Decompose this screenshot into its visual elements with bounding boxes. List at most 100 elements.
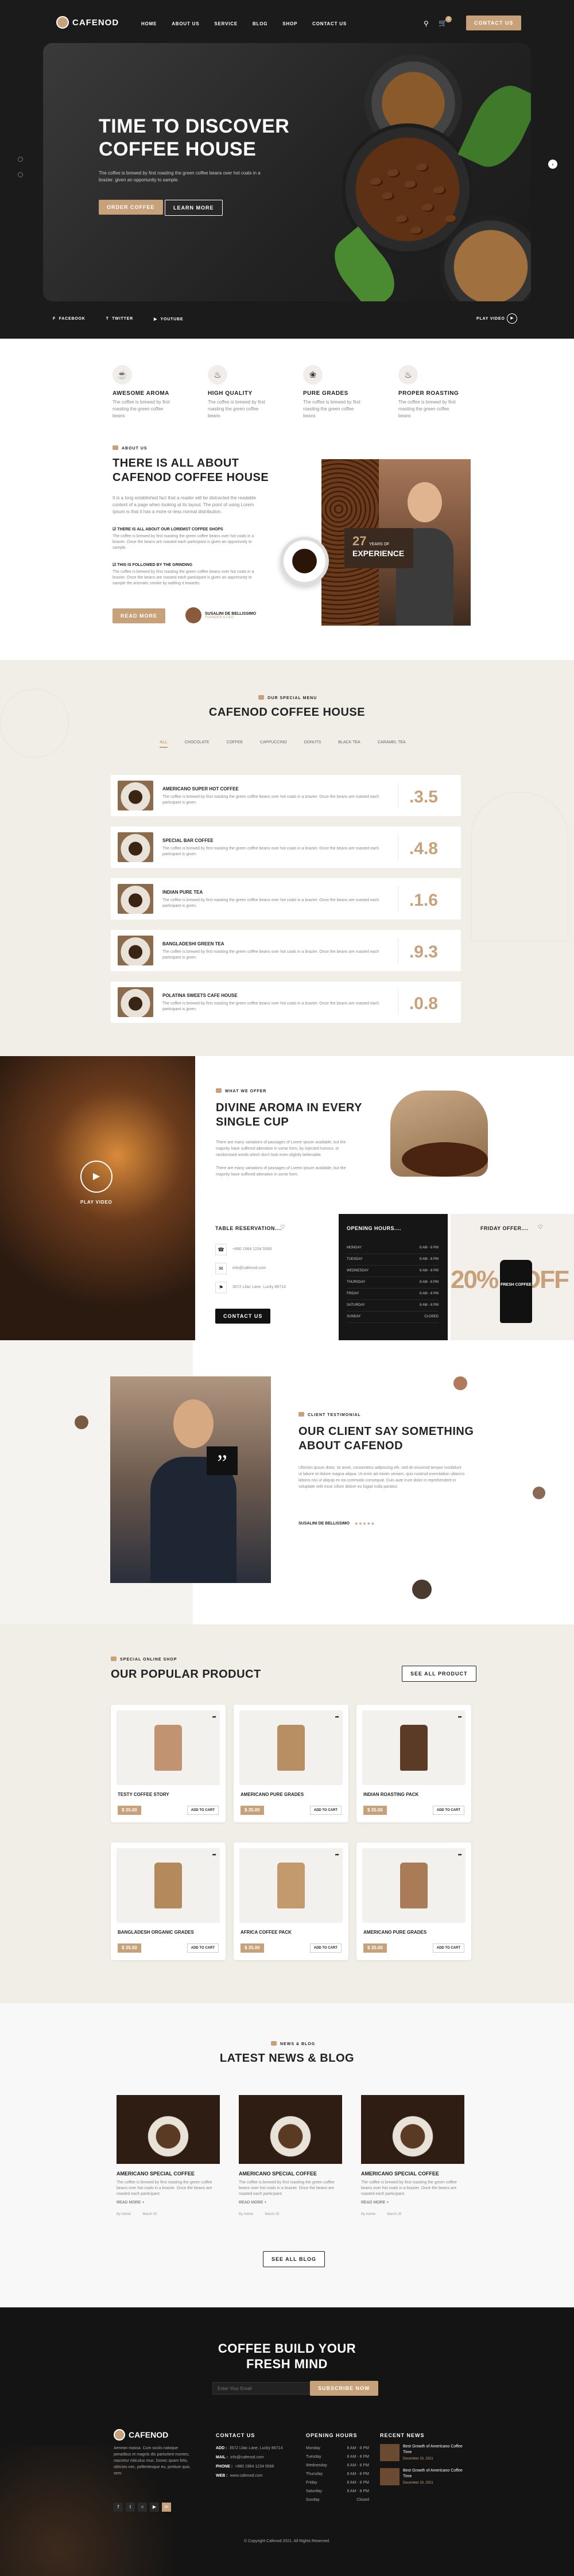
footer-news-item[interactable]: Best Growth of Americano Coffee Time Dece… [380,2444,472,2461]
blog-card[interactable]: AMERICANO SPECIAL COFFEE The coffee is br… [117,2095,220,2233]
add-to-cart-button[interactable]: ADD TO CART [309,1806,342,1815]
product-card[interactable]: ➦ BANGLADESH ORGANIC GRADES $ 35.00 ADD TO … [111,1842,226,1960]
blog-card[interactable]: AMERICANO SPECIAL COFFEE The coffee is br… [361,2095,464,2233]
product-name[interactable]: BANGLADESH ORGANIC GRADES [118,1930,194,1935]
order-coffee-button[interactable]: ORDER COFFEE [99,200,163,215]
product-card[interactable]: ➦ AMERICANO PURE GRADES $ 35.00 ADD TO CART [234,1705,348,1822]
about-read-more-button[interactable]: READ MORE [113,608,166,623]
linkedin-icon[interactable]: in [162,2503,171,2512]
add-to-cart-button[interactable]: ADD TO CART [187,1806,219,1815]
social-twitter[interactable]: t TWITTER [106,317,133,321]
blog-card[interactable]: AMERICANO SPECIAL COFFEE The coffee is br… [239,2095,342,2233]
share-icon[interactable]: ➦ [212,1714,216,1720]
play-video-button[interactable]: ▶ [80,1161,113,1193]
logo-text: CAFENOD [72,17,119,28]
tab-all[interactable]: ALL [160,740,168,748]
product-name[interactable]: AFRICA COFFEE PACK [241,1930,292,1935]
blog-tag: NEWS & BLOG [271,2041,315,2046]
nav-service[interactable]: SERVICE [214,21,238,26]
nav-shop[interactable]: SHOP [282,21,297,26]
footer-news-title[interactable]: Best Growth of Americano Coffee Time [403,2468,472,2480]
learn-more-button[interactable]: LEARN MORE [165,200,223,216]
offer-video-image[interactable]: ▶ PLAY VIDEO [0,1056,195,1340]
experience-badge: 27 YEARS OF EXPERIENCE [344,528,413,568]
search-icon[interactable]: ⚲ [424,20,429,28]
about-text: It is a long established fact that a rea… [113,495,256,514]
footer-logo[interactable]: CAFENOD [114,2429,168,2441]
tab-coffee[interactable]: COFFEE [227,740,243,748]
social-youtube[interactable]: ▶ YOUTUBE [154,317,183,321]
product-card[interactable]: ➦ AMERICANO PURE GRADES $ 35.00 ADD TO CART [356,1842,471,1960]
hero-play-video-label[interactable]: PLAY VIDEO [476,317,505,321]
product-package [154,1863,182,1908]
blog-title[interactable]: AMERICANO SPECIAL COFFEE [117,2171,220,2177]
product-card[interactable]: ➦ AFRICA COFFEE PACK $ 35.00 ADD TO CART [234,1842,348,1960]
see-all-blog-button[interactable]: SEE ALL BLOG [263,2251,325,2267]
product-card[interactable]: ➦ TESTY COFFEE STORY $ 35.00 ADD TO CART [111,1705,226,1822]
nav-contact[interactable]: CONTACT US [312,21,347,26]
beans-icon: ❀ [303,365,323,385]
footer-news-item[interactable]: Best Growth of Americano Coffee Time Dece… [380,2468,472,2485]
heart-icon[interactable]: ♡ [280,1224,285,1231]
product-name[interactable]: INDIAN ROASTING PACK [363,1792,418,1797]
read-more-link[interactable]: READ MORE + [239,2201,342,2205]
read-more-link[interactable]: READ MORE + [117,2201,220,2205]
menu-item[interactable]: POLATINA SWEETS CAFE HOUSE The coffee is… [111,981,461,1023]
nav-blog[interactable]: BLOG [253,21,267,26]
add-to-cart-button[interactable]: ADD TO CART [309,1943,342,1953]
hours-row: THURSDAY 8 AM - 8 PM [347,1277,439,1289]
tab-donuts[interactable]: DONUTS [304,740,321,748]
share-icon[interactable]: ➦ [457,1714,462,1720]
menu-item-name: SPECIAL BAR COFFEE [162,838,214,843]
facebook-icon[interactable]: f [114,2503,123,2512]
tab-cappuccino[interactable]: CAPPUCCINO [260,740,287,748]
share-icon[interactable]: ➦ [335,1852,339,1858]
blog-title[interactable]: AMERICANO SPECIAL COFFEE [361,2171,464,2177]
product-price: $ 35.00 [118,1943,141,1953]
product-name[interactable]: AMERICANO PURE GRADES [241,1792,304,1797]
menu-item[interactable]: AMERICANO SUPER HOT COFFEE The coffee is… [111,775,461,816]
prev-slide-arrow[interactable] [18,157,23,162]
product-card[interactable]: ➦ INDIAN ROASTING PACK $ 35.00 ADD TO CART [356,1705,471,1822]
feature-text: The coffee is brewed by first roasting t… [398,399,456,418]
youtube-icon[interactable]: ▶ [150,2503,159,2512]
tab-caramel-tea[interactable]: CARAMEL TEA [378,740,406,748]
newsletter-email-input[interactable] [212,2382,310,2395]
slider-next-icon[interactable]: › [548,160,557,169]
instagram-icon[interactable]: ○ [138,2503,147,2512]
menu-item[interactable]: INDIAN PURE TEA The coffee is brewed by … [111,878,461,920]
share-icon[interactable]: ➦ [457,1852,462,1858]
menu-item-desc: The coffee is brewed by first roasting t… [162,1002,379,1011]
menu-item[interactable]: SPECIAL BAR COFFEE The coffee is brewed … [111,827,461,868]
twitter-icon[interactable]: t [126,2503,135,2512]
tab-chocolate[interactable]: CHOCOLATE [185,740,210,748]
social-facebook[interactable]: f FACEBOOK [53,317,86,321]
reservation-contact-button[interactable]: CONTACT US [215,1309,271,1324]
reservation-title: TABLE RESERVATION.... [215,1225,282,1231]
header-contact-button[interactable]: CONTACT US [466,15,522,30]
blog-title[interactable]: AMERICANO SPECIAL COFFEE [239,2171,342,2177]
logo[interactable]: CAFENOD [56,16,119,29]
play-video-label[interactable]: PLAY VIDEO [80,1200,113,1205]
menu-item[interactable]: BANGLADESHI GREEN TEA The coffee is brew… [111,930,461,971]
add-to-cart-button[interactable]: ADD TO CART [187,1943,219,1953]
product-name[interactable]: TESTY COFFEE STORY [118,1792,169,1797]
see-all-product-button[interactable]: SEE ALL PRODUCT [402,1666,476,1682]
read-more-link[interactable]: READ MORE + [361,2201,464,2205]
avatar [453,1376,467,1390]
add-to-cart-button[interactable]: ADD TO CART [432,1806,464,1815]
nav-about[interactable]: ABOUT US [172,21,199,26]
footer-news-title[interactable]: Best Growth of Americano Coffee Time [403,2444,472,2455]
add-to-cart-button[interactable]: ADD TO CART [432,1943,464,1953]
share-icon[interactable]: ➦ [335,1714,339,1720]
footer-news-title: RECENT NEWS [380,2433,425,2438]
tab-black-tea[interactable]: BLACK TEA [338,740,360,748]
share-icon[interactable]: ➦ [212,1852,216,1858]
subscribe-button[interactable]: SUBSCRIBE NOW [310,2381,378,2396]
product-name[interactable]: AMERICANO PURE GRADES [363,1930,426,1935]
menu-item-image [118,987,153,1017]
play-icon[interactable]: ▶ [507,313,517,324]
nav-home[interactable]: HOME [141,21,157,26]
next-slide-arrow[interactable] [18,172,23,177]
heart-icon[interactable]: ♡ [538,1224,543,1231]
